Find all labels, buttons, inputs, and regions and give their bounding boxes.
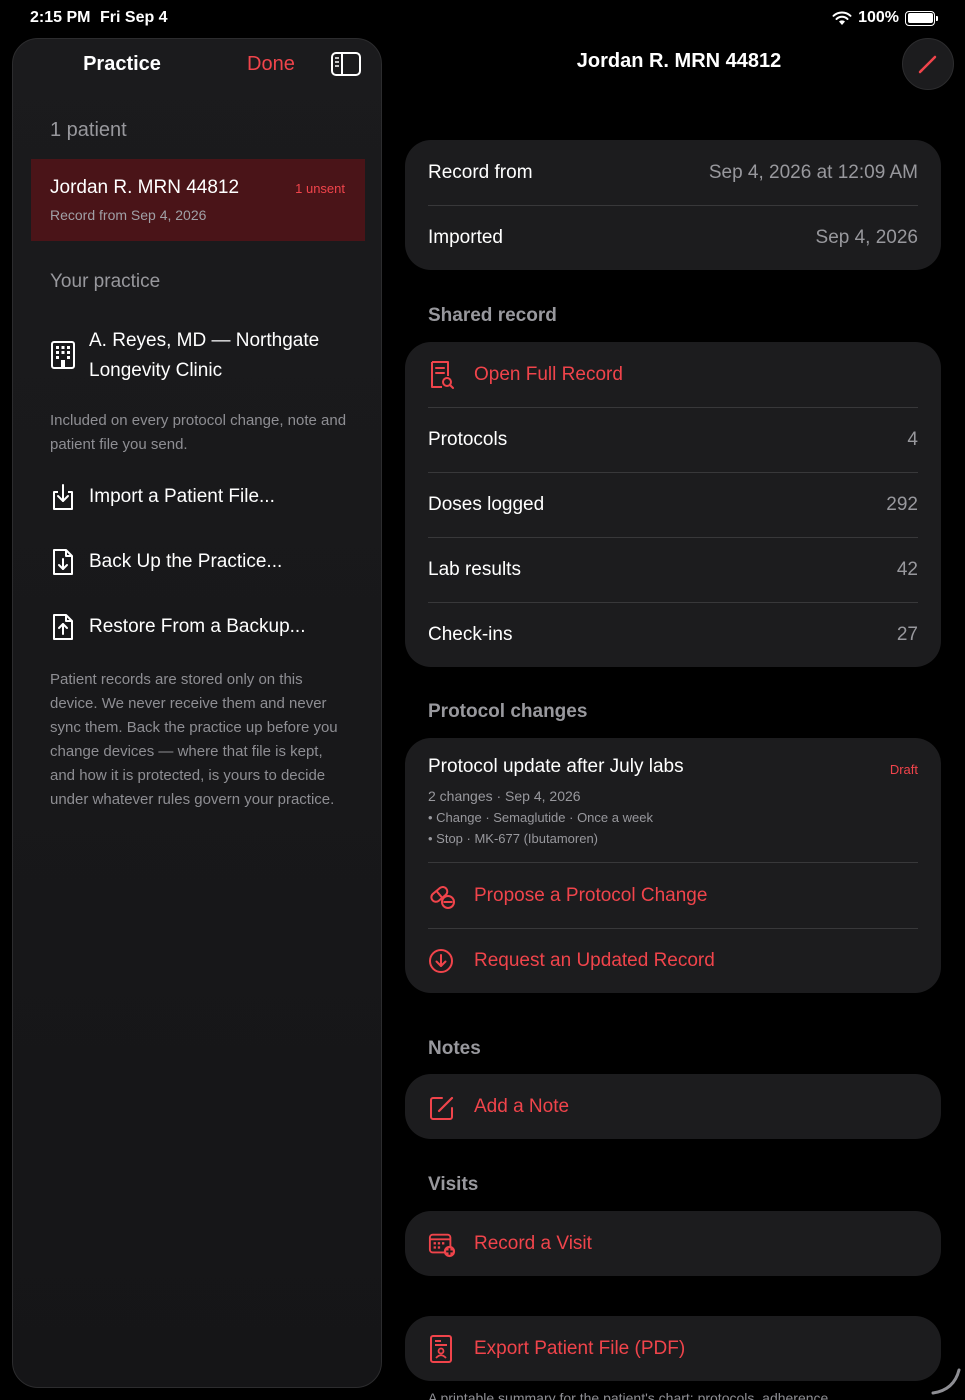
visits-header: Visits xyxy=(428,1174,479,1195)
lab-results-count: 42 xyxy=(896,558,918,580)
record-info-card: Record from Sep 4, 2026 at 12:09 AM Impo… xyxy=(405,140,941,270)
unsent-badge: 1 unsent xyxy=(295,181,345,196)
doc-arrow-up-icon xyxy=(53,614,73,640)
record-from-row: Record from Sep 4, 2026 at 12:09 AM xyxy=(405,140,941,205)
status-bar: 2:15 PM Fri Sep 4 100% xyxy=(0,0,965,38)
doses-logged-label: Doses logged xyxy=(428,493,545,515)
arrow-down-circle-icon xyxy=(429,948,453,973)
sidebar-title: Practice xyxy=(83,53,161,75)
propose-protocol-change-button[interactable]: Propose a Protocol Change xyxy=(405,863,941,928)
doses-logged-row[interactable]: Doses logged 292 xyxy=(405,472,941,537)
patient-record-date: Record from Sep 4, 2026 xyxy=(50,207,207,223)
done-button[interactable]: Done xyxy=(247,53,295,76)
battery-percent: 100% xyxy=(858,9,899,26)
protocol-draft-meta: 2 changes · Sep 4, 2026 xyxy=(428,788,581,804)
privacy-caption: Patient records are stored only on this … xyxy=(50,671,338,808)
tray-arrow-down-icon xyxy=(53,484,73,510)
your-practice-header: Your practice xyxy=(50,271,161,292)
back-up-practice-button[interactable]: Back Up the Practice... xyxy=(50,542,350,582)
status-time: 2:15 PM xyxy=(30,9,91,26)
record-from-label: Record from xyxy=(428,161,533,183)
sidebar-toggle-icon[interactable] xyxy=(331,52,361,76)
lab-results-row[interactable]: Lab results 42 xyxy=(405,537,941,602)
doc-search-icon xyxy=(431,360,454,389)
protocols-label: Protocols xyxy=(428,428,508,450)
import-label: Import a Patient File... xyxy=(89,486,275,507)
check-ins-row[interactable]: Check-ins 27 xyxy=(405,602,941,667)
practice-name: A. Reyes, MD — Northgate Longevity Clini… xyxy=(89,330,320,381)
protocol-changes-card: Protocol update after July labs Draft 2 … xyxy=(405,738,941,993)
propose-change-label: Propose a Protocol Change xyxy=(474,884,708,906)
request-updated-record-button[interactable]: Request an Updated Record xyxy=(405,928,941,993)
shared-record-header: Shared record xyxy=(428,305,557,326)
protocol-change-line: • Change · Semaglutide · Once a week xyxy=(428,810,653,825)
protocols-count: 4 xyxy=(907,428,918,450)
doses-logged-count: 292 xyxy=(886,493,918,515)
building-icon xyxy=(51,341,75,369)
protocol-change-line: • Stop · MK-677 (Ibutamoren) xyxy=(428,831,599,846)
resize-handle-icon[interactable] xyxy=(930,1366,962,1396)
open-full-record-button[interactable]: Open Full Record xyxy=(405,342,941,407)
record-visit-button[interactable]: Record a Visit xyxy=(405,1211,941,1276)
open-full-record-label: Open Full Record xyxy=(474,363,623,385)
pencil-icon xyxy=(918,55,937,74)
shared-record-card: Open Full Record Protocols 4 Doses logge… xyxy=(405,342,941,667)
visits-card: Record a Visit xyxy=(405,1211,941,1276)
lab-results-label: Lab results xyxy=(428,558,521,580)
calendar-plus-icon xyxy=(428,1233,456,1257)
wifi-icon xyxy=(832,11,852,25)
battery-icon xyxy=(905,10,938,26)
edit-button[interactable] xyxy=(902,38,954,90)
protocol-draft-title: Protocol update after July labs xyxy=(428,756,684,777)
protocol-draft-item[interactable]: Protocol update after July labs Draft 2 … xyxy=(405,738,941,862)
record-from-value: Sep 4, 2026 at 12:09 AM xyxy=(708,161,918,183)
protocols-row[interactable]: Protocols 4 xyxy=(405,407,941,472)
check-ins-count: 27 xyxy=(896,623,918,645)
back-up-label: Back Up the Practice... xyxy=(89,551,283,572)
patient-name: Jordan R. MRN 44812 xyxy=(50,177,240,198)
imported-row: Imported Sep 4, 2026 xyxy=(405,205,941,270)
doc-arrow-down-icon xyxy=(53,549,73,575)
check-ins-label: Check-ins xyxy=(428,623,513,645)
status-indicators: 100% xyxy=(832,9,938,27)
compose-icon xyxy=(430,1096,454,1120)
patient-list-item[interactable]: Jordan R. MRN 44812 Record from Sep 4, 2… xyxy=(31,159,365,241)
doc-richtext-icon xyxy=(430,1334,452,1363)
record-visit-label: Record a Visit xyxy=(474,1232,592,1254)
restore-label: Restore From a Backup... xyxy=(89,616,306,637)
draft-badge: Draft xyxy=(889,762,918,777)
export-pdf-button[interactable]: Export Patient File (PDF) xyxy=(405,1316,941,1381)
export-caption: A printable summary for the patient's ch… xyxy=(428,1390,840,1400)
practice-caption: Included on every protocol change, note … xyxy=(50,412,347,453)
imported-label: Imported xyxy=(428,226,503,248)
add-note-button[interactable]: Add a Note xyxy=(405,1074,941,1139)
patient-count: 1 patient xyxy=(50,119,127,141)
status-date: Fri Sep 4 xyxy=(100,9,168,26)
restore-backup-button[interactable]: Restore From a Backup... xyxy=(50,607,350,647)
patient-title: Jordan R. MRN 44812 xyxy=(576,50,782,72)
add-note-label: Add a Note xyxy=(474,1095,570,1117)
sidebar: Practice Done 1 patient Jordan R. MRN 44… xyxy=(12,38,382,1388)
pills-icon xyxy=(430,885,455,909)
import-patient-file-button[interactable]: Import a Patient File... xyxy=(50,477,350,517)
request-record-label: Request an Updated Record xyxy=(474,949,715,971)
notes-card: Add a Note xyxy=(405,1074,941,1139)
protocol-changes-header: Protocol changes xyxy=(428,701,588,722)
notes-header: Notes xyxy=(428,1038,481,1059)
imported-value: Sep 4, 2026 xyxy=(815,226,918,248)
export-pdf-label: Export Patient File (PDF) xyxy=(474,1337,686,1359)
export-card: Export Patient File (PDF) xyxy=(405,1316,941,1381)
